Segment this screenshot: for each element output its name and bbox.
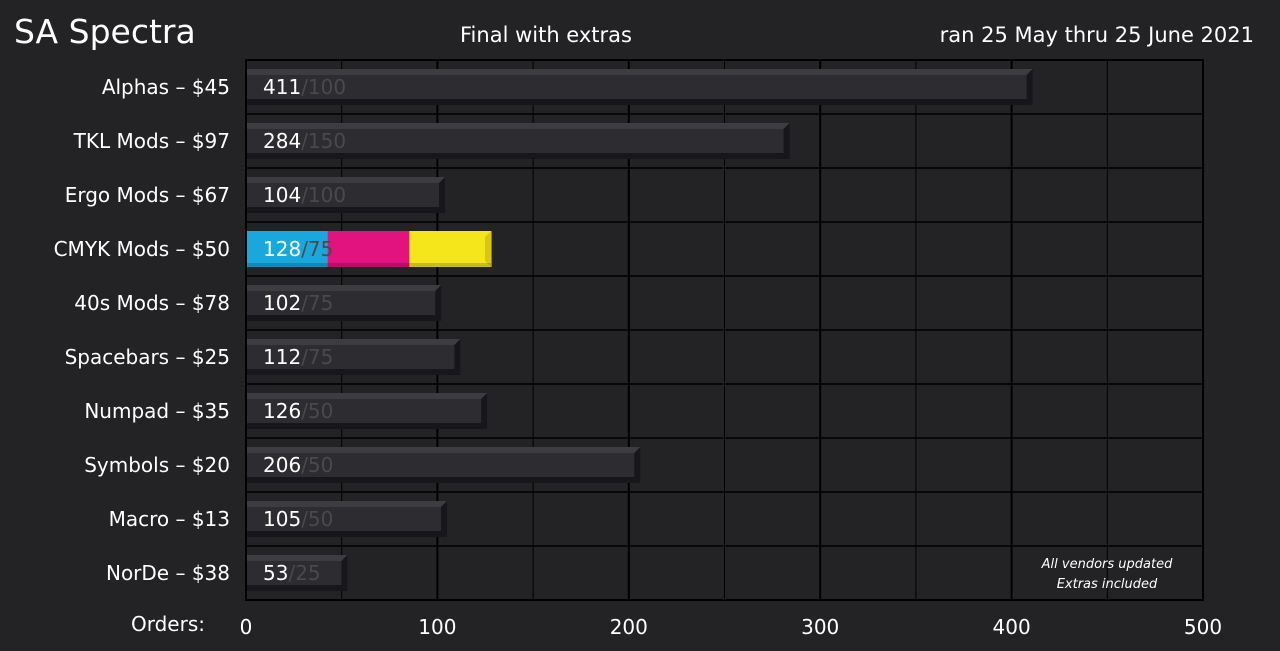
- bar-value-label: 284/150: [263, 129, 346, 153]
- bar-segment-magenta: [327, 231, 410, 267]
- bar-chart: Alphas – $45 411/100 TKL Mods – $97 284/150…: [54, 59, 1222, 639]
- bar-value-label: 53/25: [263, 561, 321, 585]
- bar-value-label: 102/75: [263, 291, 333, 315]
- category-label: Symbols – $20: [84, 453, 230, 477]
- bar-value-label: 411/100: [263, 75, 346, 99]
- bar-bevel: [246, 531, 447, 537]
- bar-bevel: [246, 585, 348, 591]
- category-label: Ergo Mods – $67: [65, 183, 230, 207]
- bar-bevel: [634, 447, 641, 483]
- x-tick-label: 400: [993, 615, 1031, 639]
- bar-bevel: [439, 177, 446, 213]
- bar-bevel: [246, 477, 641, 483]
- bar-bevel: [783, 123, 790, 159]
- bar-value-label: 105/50: [263, 507, 333, 531]
- bar-bevel: [440, 501, 447, 537]
- bar-value-label: 206/50: [263, 453, 333, 477]
- category-label: CMYK Mods – $50: [54, 237, 230, 261]
- category-label: 40s Mods – $78: [74, 291, 230, 315]
- chart-note: All vendors updated: [1041, 557, 1173, 572]
- bar-bevel: [246, 153, 790, 159]
- category-label: TKL Mods – $97: [73, 129, 230, 153]
- bar-bevel: [341, 555, 348, 591]
- bar-bevel: [246, 69, 1033, 75]
- x-tick-label: 300: [801, 615, 839, 639]
- category-label: Spacebars – $25: [65, 345, 230, 369]
- bar-bevel: [435, 285, 442, 321]
- bar-value-label: 112/75: [263, 345, 333, 369]
- bar-value-label: 128/75: [263, 237, 333, 261]
- chart-note: Extras included: [1057, 577, 1158, 592]
- x-tick-label: 0: [240, 615, 253, 639]
- x-tick-label: 200: [610, 615, 648, 639]
- bar-bevel: [246, 315, 442, 321]
- bar-bevel: [484, 231, 491, 267]
- bar-value-label: 104/100: [263, 183, 346, 207]
- category-label: NorDe – $38: [106, 561, 230, 585]
- x-tick-label: 100: [418, 615, 456, 639]
- bar-bevel: [246, 99, 1033, 105]
- x-tick-label: 500: [1184, 615, 1222, 639]
- bar-bevel: [246, 207, 446, 213]
- bar-bevel: [1026, 69, 1033, 105]
- category-label: Alphas – $45: [102, 75, 230, 99]
- bar-bevel: [481, 393, 488, 429]
- bar-bevel: [246, 369, 461, 375]
- category-label: Macro – $13: [109, 507, 230, 531]
- bar-value-label: 126/50: [263, 399, 333, 423]
- bar-bevel: [246, 263, 491, 267]
- bar-bevel: [454, 339, 461, 375]
- bar-bevel: [246, 423, 488, 429]
- category-label: Numpad – $35: [84, 399, 230, 423]
- x-axis-label: Orders:: [131, 612, 205, 636]
- bar-segment-yellow: [409, 231, 492, 267]
